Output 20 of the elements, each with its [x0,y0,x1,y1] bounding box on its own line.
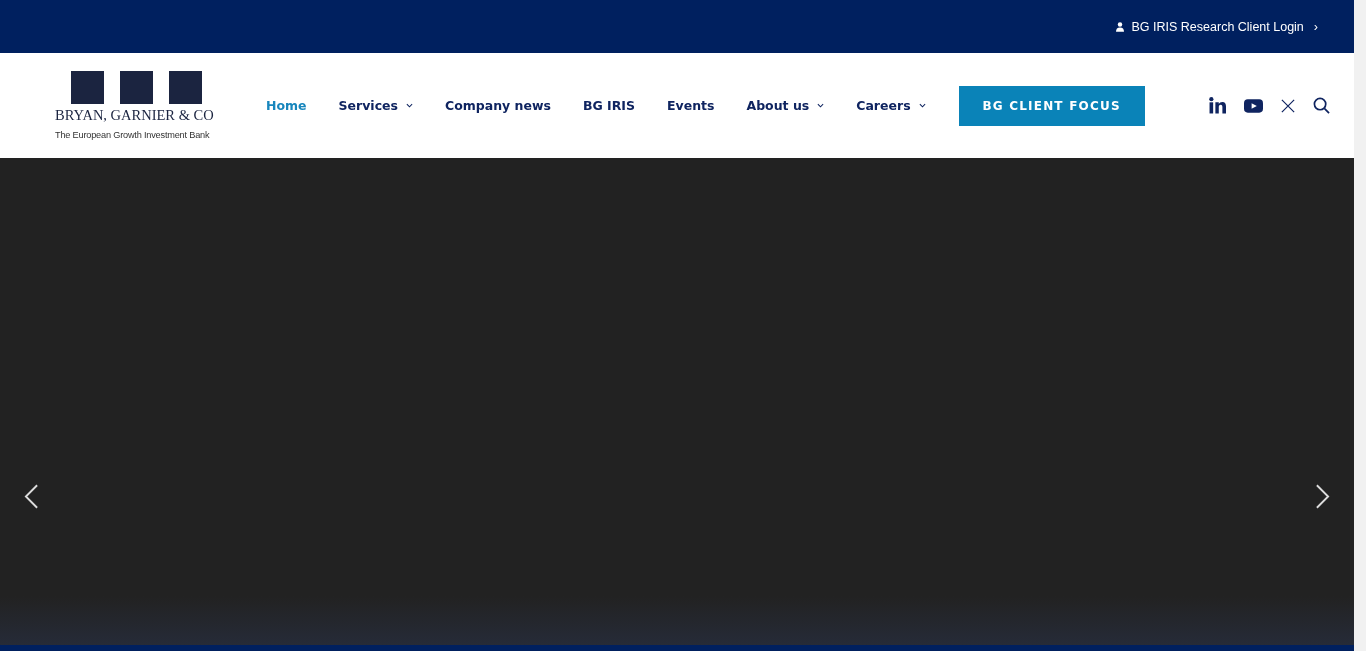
nav-link[interactable]: BG IRIS [582,98,635,113]
linkedin-icon[interactable] [1209,97,1226,114]
nav-link[interactable]: Careers [856,98,926,113]
x-logo-icon[interactable] [1281,98,1295,113]
client-login-link[interactable]: BG IRIS Research Client Login › [1115,19,1318,34]
logo-tagline: The European Growth Investment Bank [55,130,210,140]
search-icon[interactable] [1313,97,1330,114]
nav-link[interactable]: Services [338,98,413,113]
client-focus-button[interactable]: BG CLIENT FOCUS [958,85,1145,126]
nav-link[interactable]: Company news [444,98,551,113]
nav-link[interactable]: Home [266,98,307,113]
logo-squares-icon [71,71,202,104]
next-slide-icon[interactable] [1315,484,1330,509]
user-icon [1115,21,1124,32]
previous-slide-icon[interactable] [24,484,39,509]
scrollbar[interactable] [1354,0,1366,651]
nav-link[interactable]: Events [667,98,715,113]
youtube-icon[interactable] [1244,98,1263,113]
logo-name: BRYAN, GARNIER & CO [55,107,214,124]
nav-link[interactable]: About us [746,98,825,113]
